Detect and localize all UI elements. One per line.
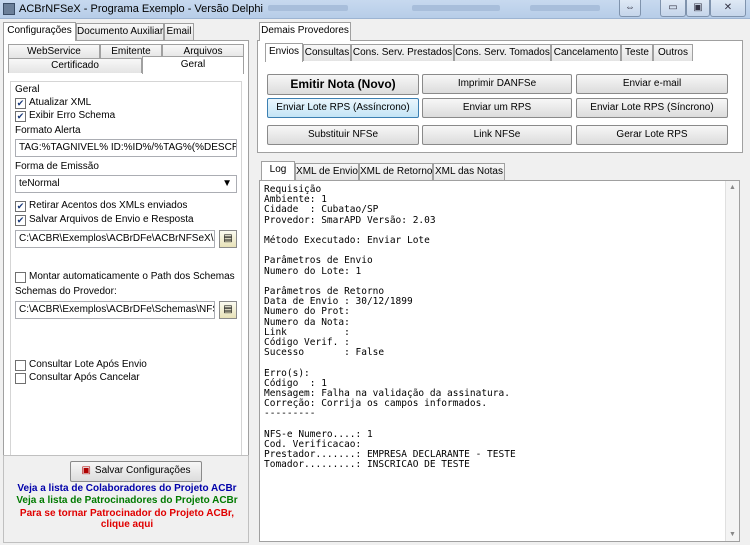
salvar-configuracoes-button[interactable]: ▣ Salvar Configurações — [70, 461, 202, 482]
colaboradores-link[interactable]: Veja a lista de Colaboradores do Projeto… — [2, 483, 252, 494]
link-nfse-button[interactable]: Link NFSe — [422, 125, 572, 145]
title-blur — [268, 5, 348, 11]
montar-path-checkbox[interactable] — [15, 272, 26, 283]
consultar-lote-checkbox[interactable] — [15, 360, 26, 371]
tab-email[interactable]: Email — [164, 23, 194, 40]
exibir-erro-label: Exibir Erro Schema — [29, 110, 116, 121]
tab-configuracoes[interactable]: Configurações — [3, 22, 76, 41]
group-title: Geral — [15, 84, 40, 95]
retirar-acentos-label: Retirar Acentos dos XMLs enviados — [29, 200, 188, 211]
bottom-area: ▣ Salvar Configurações Veja a lista de Co… — [3, 455, 249, 543]
clique-aqui-link[interactable]: clique aqui — [2, 519, 252, 530]
montar-path-label: Montar automaticamente o Path dos Schema… — [29, 271, 235, 282]
forma-emissao-label: Forma de Emissão — [15, 161, 99, 172]
tab-cons-serv-tomados[interactable]: Cons. Serv. Tomados — [454, 44, 551, 61]
browse-folder-icon[interactable]: ▤ — [219, 230, 237, 248]
enviar-um-rps-button[interactable]: Enviar um RPS — [422, 98, 572, 118]
formato-alerta-input[interactable]: TAG:%TAGNIVEL% ID:%ID%/%TAG%(%DESCRI — [15, 139, 237, 157]
maximize-button[interactable]: ▣ — [686, 0, 710, 17]
title-blur — [530, 5, 600, 11]
title-blur — [412, 5, 500, 11]
salvar-arquivos-checkbox[interactable]: ✔ — [15, 215, 26, 226]
atualizar-xml-checkbox[interactable]: ✔ — [15, 98, 26, 109]
tab-geral[interactable]: Geral — [142, 56, 244, 74]
scroll-up-icon[interactable]: ▲ — [729, 184, 736, 191]
window-title: ACBrNFSeX - Programa Exemplo - Versão De… — [19, 3, 263, 15]
configuracoes-panel: WebService Emitente Arquivos Certificado… — [3, 40, 249, 471]
formato-alerta-label: Formato Alerta — [15, 125, 81, 136]
scroll-down-icon[interactable]: ▼ — [729, 531, 736, 538]
tab-log[interactable]: Log — [261, 161, 295, 180]
tab-outros[interactable]: Outros — [653, 44, 693, 61]
tab-demais-provedores[interactable]: Demais Provedores — [259, 22, 351, 41]
imprimir-danfse-button[interactable]: Imprimir DANFSe — [422, 74, 572, 94]
browse-folder-icon[interactable]: ▤ — [219, 301, 237, 319]
enviar-email-button[interactable]: Enviar e-mail — [576, 74, 728, 94]
log-text: Requisição Ambiente: 1 Cidade : Cubatao/… — [264, 184, 516, 471]
retirar-acentos-checkbox[interactable]: ✔ — [15, 201, 26, 212]
consultar-apos-checkbox[interactable] — [15, 373, 26, 384]
gerar-lote-rps-button[interactable]: Gerar Lote RPS — [576, 125, 728, 145]
forma-emissao-value: teNormal — [19, 178, 60, 189]
salvar-arquivos-label: Salvar Arquivos de Envio e Resposta — [29, 214, 194, 225]
layout-toggle-button[interactable]: ⇔ — [619, 0, 641, 17]
atualizar-xml-label: Atualizar XML — [29, 97, 92, 108]
emitir-nota-button[interactable]: Emitir Nota (Novo) — [267, 74, 419, 95]
minimize-button[interactable]: ▭ — [660, 0, 686, 17]
salvar-label: Salvar Configurações — [94, 465, 191, 476]
app-icon — [3, 3, 15, 15]
save-icon: ▣ — [81, 465, 91, 476]
chevron-down-icon: ▼ — [222, 178, 232, 189]
tab-teste[interactable]: Teste — [621, 44, 653, 61]
demais-provedores-panel: Envios Consultas Cons. Serv. Prestados C… — [257, 40, 743, 153]
tab-consultas[interactable]: Consultas — [303, 44, 351, 61]
title-bar: ACBrNFSeX - Programa Exemplo - Versão De… — [0, 0, 750, 19]
schemas-label: Schemas do Provedor: — [15, 286, 117, 297]
tornar-patrocinador-link[interactable]: Para se tornar Patrocinador do Projeto A… — [2, 508, 252, 519]
tab-documento-auxiliar[interactable]: Documento Auxiliar — [76, 23, 164, 40]
log-memo[interactable]: Requisição Ambiente: 1 Cidade : Cubatao/… — [259, 180, 740, 542]
enviar-lote-sync-button[interactable]: Enviar Lote RPS (Síncrono) — [576, 98, 728, 118]
close-button[interactable]: ✕ — [710, 0, 746, 17]
tab-certificado[interactable]: Certificado — [8, 58, 142, 73]
path-schemas-input[interactable]: C:\ACBR\Exemplos\ACBrDFe\Schemas\NFSe\S — [15, 301, 215, 319]
tab-webservice[interactable]: WebService — [8, 44, 100, 58]
left-panel: Configurações Documento Auxiliar Email W… — [0, 19, 252, 545]
tab-xml-notas[interactable]: XML das Notas — [433, 163, 505, 180]
forma-emissao-select[interactable]: teNormal ▼ — [15, 175, 237, 193]
geral-group: Geral ✔ Atualizar XML ✔ Exibir Erro Sche… — [10, 81, 242, 469]
exibir-erro-checkbox[interactable]: ✔ — [15, 111, 26, 122]
tab-xml-retorno[interactable]: XML de Retorno — [359, 163, 433, 180]
consultar-apos-label: Consultar Após Cancelar — [29, 372, 140, 383]
path-arquivos-input[interactable]: C:\ACBR\Exemplos\ACBrDFe\ACBrNFSeX\Delp — [15, 230, 215, 248]
tab-envios[interactable]: Envios — [265, 43, 303, 62]
patrocinadores-link[interactable]: Veja a lista de Patrocinadores do Projet… — [2, 495, 252, 506]
substituir-nfse-button[interactable]: Substituir NFSe — [267, 125, 419, 145]
tab-xml-envio[interactable]: XML de Envio — [295, 163, 359, 180]
enviar-lote-async-button[interactable]: Enviar Lote RPS (Assíncrono) — [267, 98, 419, 118]
tab-cancelamento[interactable]: Cancelamento — [551, 44, 621, 61]
consultar-lote-label: Consultar Lote Após Envio — [29, 359, 147, 370]
log-scrollbar[interactable]: ▲ ▼ — [725, 181, 739, 541]
tab-cons-serv-prestados[interactable]: Cons. Serv. Prestados — [351, 44, 454, 61]
